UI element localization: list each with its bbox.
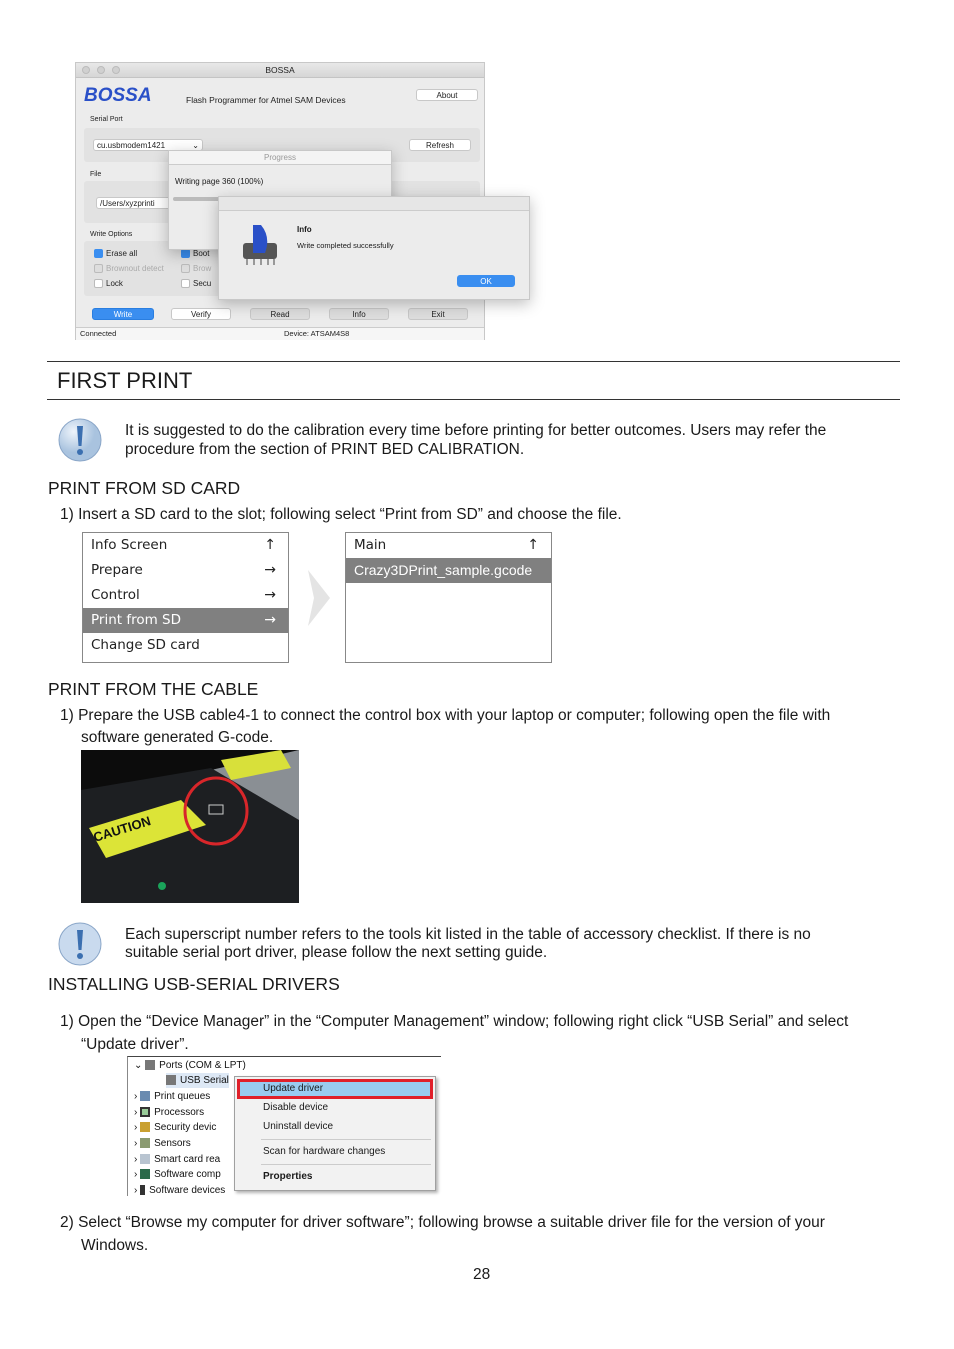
heading-print-from-sd: PRINT FROM SD CARD — [48, 478, 241, 498]
ok-button[interactable]: OK — [457, 275, 515, 287]
menu-item-control[interactable]: Control → — [83, 583, 288, 608]
file-label: File — [90, 171, 102, 178]
brownout-detect-checkbox[interactable]: Brownout detect — [94, 264, 164, 274]
lcd-sd-menu: Main ↑ Crazy3DPrint_sample.gcode — [345, 532, 552, 663]
status-device: Device: ATSAM4S8 — [284, 329, 350, 338]
tree-item-ports[interactable]: ⌄ Ports (COM & LPT) — [134, 1058, 246, 1073]
close-button[interactable] — [82, 66, 90, 74]
tree-item-processors[interactable]: › Processors — [134, 1105, 204, 1120]
brownout-reset-checkbox[interactable]: Brow — [181, 264, 211, 274]
lcd-main-menu: Info Screen ↑ Prepare → Control → Print fro… — [82, 532, 289, 663]
status-connected: Connected — [80, 329, 117, 338]
chevron-right-icon — [306, 570, 332, 631]
heading-print-from-cable: PRINT FROM THE CABLE — [48, 679, 259, 699]
exclamation-icon — [57, 921, 103, 972]
menu-uninstall-device[interactable]: Uninstall device — [263, 1121, 333, 1132]
step-text: “Update driver”. — [81, 1036, 189, 1053]
arrow-up-icon: ↑ — [527, 537, 539, 553]
progress-text: Writing page 360 (100%) — [175, 177, 264, 186]
info-button[interactable]: Info — [329, 308, 389, 320]
menu-scan-hardware[interactable]: Scan for hardware changes — [263, 1146, 385, 1157]
verify-button[interactable]: Verify — [171, 308, 231, 320]
tree-item-security-devices[interactable]: › Security devic — [134, 1120, 216, 1135]
step-text: 1) Insert a SD card to the slot; followi… — [60, 506, 622, 523]
step-text: Windows. — [81, 1237, 149, 1254]
processor-icon — [140, 1107, 151, 1118]
info-dialog: Info Write completed successfully OK — [218, 196, 530, 300]
step-text: software generated G-code. — [81, 729, 274, 746]
step-text: 1) Open the “Device Manager” in the “Com… — [60, 1013, 849, 1030]
menu-item-print-from-sd[interactable]: Print from SD → — [83, 608, 288, 633]
tree-item-usb-serial[interactable]: USB Serial — [166, 1073, 229, 1088]
lock-checkbox[interactable]: Lock — [94, 279, 123, 289]
minimize-button[interactable] — [97, 66, 105, 74]
divider — [47, 361, 900, 362]
info-title: Info — [297, 225, 312, 234]
security-icon — [140, 1122, 151, 1133]
step-text: 1) Prepare the USB cable4-1 to connect t… — [60, 707, 831, 724]
context-menu: Update driver Disable device Uninstall d… — [234, 1076, 436, 1191]
note-text: procedure from the section of PRINT BED … — [125, 441, 525, 458]
file-input[interactable]: /Users/xyzprinti — [96, 197, 176, 209]
exit-button[interactable]: Exit — [408, 308, 468, 320]
progress-title: Progress — [169, 151, 391, 165]
write-button[interactable]: Write — [92, 308, 154, 320]
bossa-logo: BOSSA — [84, 85, 152, 106]
tree-item-software-components[interactable]: › Software comp — [134, 1167, 221, 1182]
software-icon — [140, 1169, 151, 1180]
sensor-icon — [140, 1138, 151, 1149]
tree-item-print-queues[interactable]: › Print queues — [134, 1089, 210, 1104]
smart-card-icon — [140, 1154, 151, 1165]
refresh-button[interactable]: Refresh — [409, 139, 471, 151]
arrow-up-icon: ↑ — [264, 537, 276, 553]
read-button[interactable]: Read — [250, 308, 310, 320]
about-button[interactable]: About — [416, 89, 478, 101]
software-device-icon — [140, 1185, 146, 1196]
section-title: FIRST PRINT — [57, 368, 193, 393]
info-message: Write completed successfully — [297, 241, 394, 250]
menu-item-main[interactable]: Main ↑ — [346, 533, 551, 558]
menu-item-prepare[interactable]: Prepare → — [83, 558, 288, 583]
menu-properties[interactable]: Properties — [263, 1171, 312, 1182]
arrow-right-icon: → — [264, 612, 276, 628]
exclamation-icon — [57, 417, 103, 468]
heading-usb-drivers: INSTALLING USB-SERIAL DRIVERS — [48, 974, 340, 994]
menu-disable-device[interactable]: Disable device — [263, 1102, 328, 1113]
arrow-right-icon: → — [264, 562, 276, 578]
boot-checkbox[interactable]: Boot — [181, 249, 209, 259]
printer-icon — [140, 1091, 151, 1102]
menu-item-info-screen[interactable]: Info Screen ↑ — [83, 533, 288, 558]
control-box-photo: CAUTION — [81, 750, 299, 903]
menu-update-driver[interactable]: Update driver — [263, 1083, 323, 1094]
serial-port-label: Serial Port — [90, 116, 123, 123]
write-options-label: Write Options — [90, 231, 133, 238]
note-text: Each superscript number refers to the to… — [125, 926, 811, 943]
tree-item-software-devices[interactable]: › Software devices — [134, 1183, 225, 1198]
port-icon — [166, 1075, 176, 1086]
tree-item-sensors[interactable]: › Sensors — [134, 1136, 191, 1151]
note-text: suitable serial port driver, please foll… — [125, 944, 548, 961]
security-checkbox[interactable]: Secu — [181, 279, 211, 289]
step-text: 2) Select “Browse my computer for driver… — [60, 1214, 825, 1231]
arrow-right-icon: → — [264, 587, 276, 603]
app-subtitle: Flash Programmer for Atmel SAM Devices — [186, 95, 346, 105]
menu-item-change-sd-card[interactable]: Change SD card — [83, 633, 288, 658]
note-text: It is suggested to do the calibration ev… — [125, 422, 827, 439]
zoom-button[interactable] — [112, 66, 120, 74]
divider — [47, 399, 900, 400]
menu-item-gcode-file[interactable]: Crazy3DPrint_sample.gcode — [346, 558, 551, 583]
page-number: 28 — [473, 1266, 491, 1283]
erase-all-checkbox[interactable]: Erase all — [94, 249, 137, 259]
bossa-chip-icon — [239, 223, 281, 267]
tree-item-smart-card[interactable]: › Smart card rea — [134, 1152, 220, 1167]
port-icon — [145, 1060, 156, 1071]
window-title: BOSSA — [76, 63, 484, 78]
